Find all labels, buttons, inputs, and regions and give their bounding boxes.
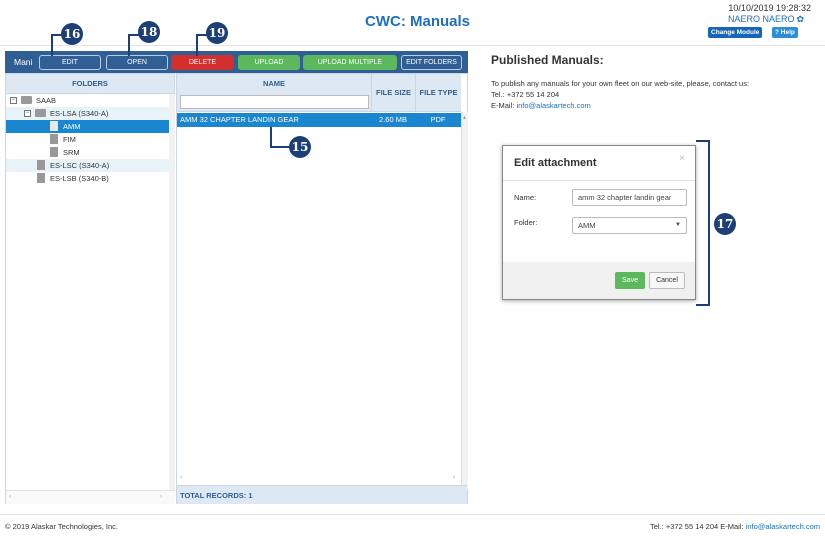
tree-item-amm[interactable]: AMM <box>6 120 174 133</box>
name-label: Name: <box>514 193 537 202</box>
files-grid: NAME FILE SIZE FILE TYPE AMM 32 CHAPTER … <box>176 73 468 504</box>
column-name-header[interactable]: NAME <box>177 74 371 94</box>
collapse-icon[interactable]: − <box>24 110 31 117</box>
name-field[interactable]: amm 32 chapter landin gear <box>572 189 687 206</box>
edit-attachment-dialog: Edit attachment × Name: amm 32 chapter l… <box>502 145 696 300</box>
grid-header: NAME FILE SIZE FILE TYPE <box>177 74 461 112</box>
close-icon[interactable]: × <box>679 153 685 164</box>
tree-item-label: ES-LSA (S340-A) <box>50 109 109 118</box>
total-records: TOTAL RECORDS: 1 <box>177 485 467 504</box>
email-label: E-Mail: <box>491 101 515 110</box>
callout-18-badge: 18 <box>138 21 160 43</box>
edit-button[interactable]: EDIT <box>39 55 101 70</box>
callout-line <box>51 34 53 56</box>
callout-15-badge: 15 <box>289 136 311 158</box>
callout-17-badge: 17 <box>714 213 736 235</box>
document-icon <box>50 134 58 144</box>
published-email-line: E-Mail: info@alaskartech.com <box>491 101 591 110</box>
column-type-header[interactable]: FILE TYPE <box>415 74 461 112</box>
datetime: 10/10/2019 19:28:32 <box>728 3 811 13</box>
tree-item-es-lsa[interactable]: − ES-LSA (S340-A) <box>6 107 174 120</box>
scroll-up-icon[interactable]: ▴ <box>463 114 466 121</box>
tree-item-saab[interactable]: − SAAB <box>6 94 174 107</box>
upload-button[interactable]: UPLOAD <box>238 55 300 70</box>
callout-line <box>196 34 198 56</box>
callout-line <box>270 127 272 148</box>
row-name-cell: AMM 32 CHAPTER LANDIN GEAR <box>180 115 299 124</box>
gear-icon[interactable]: ✿ <box>796 14 804 25</box>
scroll-left-icon[interactable]: ‹ <box>180 475 182 481</box>
collapse-icon[interactable]: − <box>10 97 17 104</box>
callout-16-badge: 16 <box>61 23 83 45</box>
dialog-title: Edit attachment <box>514 157 597 169</box>
tree-item-label: ES-LSC (S340-A) <box>50 161 110 170</box>
copyright: © 2019 Alaskar Technologies, Inc. <box>5 522 118 531</box>
help-label: Help <box>780 29 795 36</box>
tree-item-label: FIM <box>63 135 76 144</box>
row-type-cell: PDF <box>430 115 446 124</box>
folder-icon <box>35 109 46 117</box>
tree-item-label: ES-LSB (S340-B) <box>50 174 109 183</box>
row-size-cell: 2.60 MB <box>379 115 407 124</box>
folders-vertical-scrollbar[interactable] <box>169 94 175 490</box>
document-icon <box>37 160 45 170</box>
tree-item-es-lsc[interactable]: ES-LSC (S340-A) <box>6 159 174 172</box>
table-row[interactable]: AMM 32 CHAPTER LANDIN GEAR 2.60 MB PDF <box>177 113 461 127</box>
document-icon <box>50 147 58 157</box>
published-info-text: To publish any manuals for your own flee… <box>491 79 750 88</box>
footer-contact: Tel.: +372 55 14 204 E-Mail: info@alaska… <box>650 522 820 531</box>
footer-email-link[interactable]: info@alaskartech.com <box>746 522 820 531</box>
module-label: Mani <box>14 57 33 67</box>
folder-label: Folder: <box>514 218 538 227</box>
callout-19-badge: 19 <box>206 22 228 44</box>
help-button[interactable]: ? Help <box>772 27 798 38</box>
email-link[interactable]: info@alaskartech.com <box>516 101 590 110</box>
folder-select[interactable]: AMM ▼ <box>572 217 687 234</box>
folders-header: FOLDERS <box>6 74 174 94</box>
column-size-header[interactable]: FILE SIZE <box>371 74 415 112</box>
document-icon <box>50 121 58 131</box>
upload-multiple-button[interactable]: UPLOAD MULTIPLE <box>303 55 397 70</box>
toolbar: Mani EDIT OPEN DELETE UPLOAD UPLOAD MULT… <box>5 51 468 73</box>
published-manuals-title: Published Manuals: <box>491 53 604 67</box>
delete-button[interactable]: DELETE <box>171 55 234 70</box>
callout-bracket <box>696 304 710 306</box>
divider <box>503 180 695 181</box>
published-tel: Tel.: +372 55 14 204 <box>491 90 560 99</box>
tree-item-fim[interactable]: FIM <box>6 133 174 146</box>
page-header: CWC: Manuals 10/10/2019 19:28:32 NAERO N… <box>0 0 825 46</box>
chevron-down-icon: ▼ <box>675 222 681 228</box>
cancel-button[interactable]: Cancel <box>649 272 685 289</box>
callout-line <box>128 34 130 56</box>
dialog-footer: Save Cancel <box>503 262 695 299</box>
folder-select-value: AMM <box>578 221 596 230</box>
scroll-left-icon[interactable]: ‹ <box>9 494 11 500</box>
folders-panel: FOLDERS − SAAB − ES-LSA (S340-A) AMM FIM… <box>5 73 175 504</box>
scroll-right-icon[interactable]: › <box>160 494 162 500</box>
edit-folders-button[interactable]: EDIT FOLDERS <box>401 55 462 70</box>
tree-item-es-lsb[interactable]: ES-LSB (S340-B) <box>6 172 174 185</box>
tree-item-srm[interactable]: SRM <box>6 146 174 159</box>
scroll-right-icon[interactable]: › <box>453 475 455 481</box>
name-filter-input[interactable] <box>180 95 369 109</box>
save-button[interactable]: Save <box>615 272 645 289</box>
tree-item-label: SAAB <box>36 96 57 105</box>
document-icon <box>37 173 45 183</box>
page-footer: © 2019 Alaskar Technologies, Inc. Tel.: … <box>0 514 825 537</box>
callout-bracket <box>708 140 710 306</box>
grid-horizontal-scrollbar[interactable]: ‹ › <box>177 475 461 485</box>
folder-icon <box>21 96 32 104</box>
user-name[interactable]: NAERO NAERO <box>728 14 795 24</box>
footer-contact-text: Tel.: +372 55 14 204 E-Mail: <box>649 522 744 531</box>
user-menu[interactable]: NAERO NAERO ✿ <box>728 14 804 25</box>
folders-horizontal-scrollbar[interactable]: ‹ › <box>6 490 175 504</box>
tree-item-label: AMM <box>63 122 81 131</box>
open-button[interactable]: OPEN <box>106 55 168 70</box>
grid-vertical-scrollbar[interactable]: ▴ <box>461 112 468 490</box>
tree-item-label: SRM <box>63 148 80 157</box>
page-title: CWC: Manuals <box>365 13 470 30</box>
change-module-button[interactable]: Change Module <box>708 27 763 38</box>
